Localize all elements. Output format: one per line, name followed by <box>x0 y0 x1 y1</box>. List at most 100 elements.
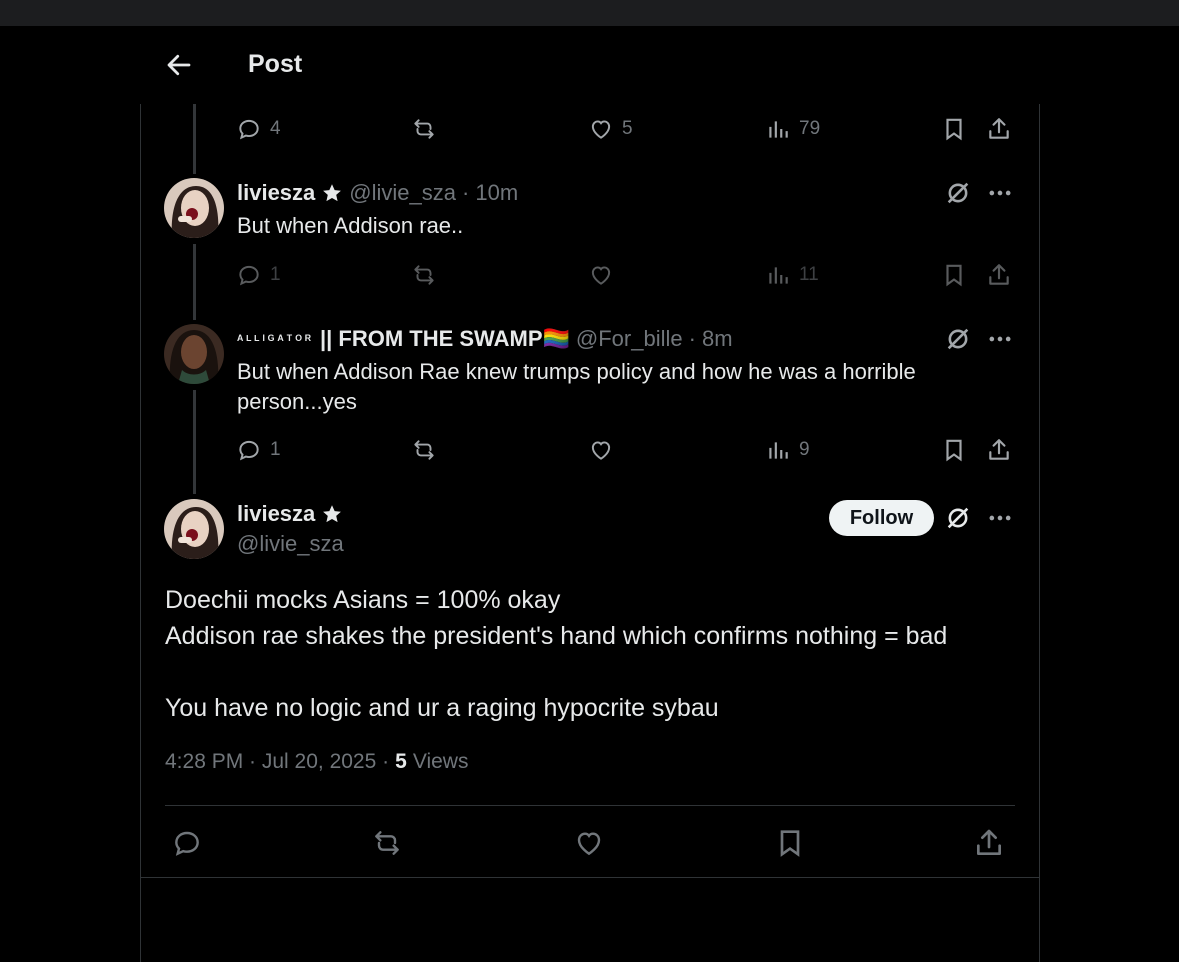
avatar[interactable] <box>164 178 224 238</box>
view-count: 79 <box>799 118 821 139</box>
divider <box>140 877 1040 878</box>
divider <box>165 805 1015 806</box>
timeline-column <box>140 26 1040 962</box>
share-icon <box>977 829 1001 855</box>
repost-icon <box>375 831 399 855</box>
bookmark-icon <box>946 264 962 287</box>
avatar[interactable] <box>164 324 224 384</box>
grok-icon[interactable] <box>944 325 972 353</box>
user-handle[interactable]: @livie_sza <box>237 531 344 557</box>
post-time: · 8m <box>688 326 733 351</box>
views-label: Views <box>412 750 469 773</box>
display-name[interactable]: liviesza <box>237 180 315 206</box>
more-icon[interactable] <box>986 504 1014 532</box>
repost-button[interactable] <box>371 828 403 858</box>
arrow-left-icon <box>167 54 191 76</box>
reply-icon <box>239 440 259 461</box>
bookmark-icon <box>946 439 962 462</box>
reply-button[interactable]: 1 <box>236 435 281 465</box>
more-icon[interactable] <box>986 325 1014 353</box>
view-count: 11 <box>799 264 819 285</box>
display-name-styled[interactable]: ᴬᴸᴸᴵᴳᴬᵀᴼᴿ <box>237 332 314 347</box>
avatar[interactable] <box>164 499 224 559</box>
views-count: 5 <box>395 750 407 773</box>
page-title: Post <box>248 50 303 78</box>
reply-icon <box>175 831 199 856</box>
heart-icon <box>591 441 611 460</box>
avatar-image <box>164 324 224 384</box>
bookmark-icon <box>946 118 962 141</box>
bookmark-button[interactable] <box>941 114 967 144</box>
user-handle[interactable]: @livie_sza <box>349 180 456 206</box>
repost-icon <box>414 119 434 139</box>
share-icon <box>989 264 1009 285</box>
thread-connector <box>193 244 196 320</box>
post-actions: 4 5 79 <box>236 114 1016 144</box>
post-actions: 1 11 <box>236 260 1016 290</box>
bookmark-icon <box>780 830 800 857</box>
repost-button[interactable] <box>411 114 437 144</box>
avatar-image <box>164 499 224 559</box>
views-button[interactable]: 11 <box>765 260 819 290</box>
like-button[interactable] <box>588 435 614 465</box>
follow-button[interactable]: Follow <box>829 500 934 536</box>
repost-button[interactable] <box>411 260 437 290</box>
reply-button[interactable] <box>171 828 203 858</box>
post-date[interactable]: 4:28 PM · Jul 20, 2025 · <box>165 750 389 774</box>
grok-icon[interactable] <box>944 504 972 532</box>
back-button[interactable] <box>164 50 194 80</box>
share-button[interactable] <box>986 435 1012 465</box>
post-actions: 1 9 <box>236 435 1016 465</box>
more-icon[interactable] <box>986 179 1014 207</box>
bar-chart-icon <box>769 121 788 138</box>
display-name[interactable]: || FROM THE SWAMP🏳️‍🌈 <box>320 326 570 352</box>
reply-icon <box>239 265 259 286</box>
post-text-line <box>165 654 1015 690</box>
reply-count: 1 <box>270 439 281 460</box>
views-button[interactable]: 9 <box>765 435 810 465</box>
share-icon <box>989 118 1009 139</box>
post-text: Doechii mocks Asians = 100% okay Addison… <box>165 582 1015 726</box>
bar-chart-icon <box>769 442 788 459</box>
star-icon <box>323 505 342 523</box>
thread-connector <box>193 104 196 174</box>
system-top-bar <box>0 0 1179 26</box>
post-time: · 10m <box>461 180 519 205</box>
repost-button[interactable] <box>411 435 437 465</box>
reply-text: But when Addison rae.. <box>237 213 464 238</box>
share-button[interactable] <box>986 114 1012 144</box>
post-menu-icons <box>944 504 1014 532</box>
display-name[interactable]: liviesza <box>237 501 315 527</box>
avatar-image <box>164 178 224 238</box>
post-text-line: You have no logic and ur a raging hypocr… <box>165 694 719 722</box>
reply-header: ᴬᴸᴸᴵᴳᴬᵀᴼᴿ || FROM THE SWAMP🏳️‍🌈 @For_bil… <box>237 326 733 352</box>
reply-button[interactable]: 1 <box>236 260 281 290</box>
user-handle[interactable]: @For_bille <box>576 326 683 352</box>
like-button[interactable]: 5 <box>588 114 633 144</box>
view-count: 9 <box>799 439 810 460</box>
reply-button[interactable]: 4 <box>236 114 281 144</box>
reply-menu-icons <box>944 179 1014 207</box>
repost-icon <box>414 265 434 285</box>
main-post-actions <box>165 824 1015 864</box>
reply-count: 4 <box>270 118 281 139</box>
heart-icon <box>577 832 601 856</box>
star-icon <box>323 184 342 202</box>
reply-icon <box>239 119 259 140</box>
repost-icon <box>414 440 434 460</box>
share-button[interactable] <box>973 828 1005 858</box>
heart-icon <box>591 120 611 139</box>
reply-text: But when Addison Rae knew trumps policy … <box>237 359 916 414</box>
bookmark-button[interactable] <box>941 260 967 290</box>
bar-chart-icon <box>769 267 788 284</box>
share-button[interactable] <box>986 260 1012 290</box>
like-button[interactable] <box>588 260 614 290</box>
bookmark-button[interactable] <box>774 828 806 858</box>
reply-menu-icons <box>944 325 1014 353</box>
bookmark-button[interactable] <box>941 435 967 465</box>
like-button[interactable] <box>573 828 605 858</box>
views-button[interactable]: 79 <box>765 114 820 144</box>
post-text-line: Doechii mocks Asians = 100% okay <box>165 586 561 614</box>
heart-icon <box>591 266 611 285</box>
grok-icon[interactable] <box>944 179 972 207</box>
